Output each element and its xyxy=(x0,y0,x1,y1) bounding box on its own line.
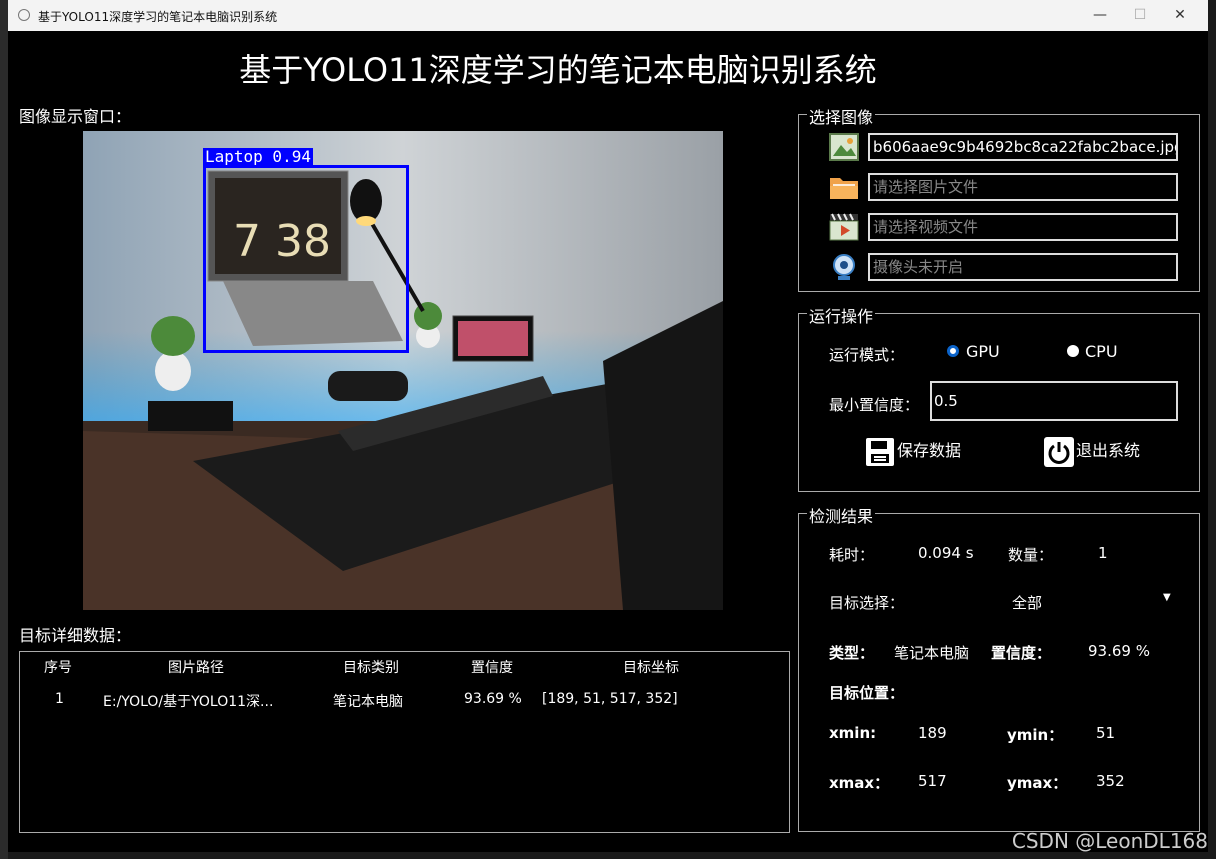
mode-label: 运行模式： xyxy=(829,346,905,364)
cpu-label[interactable]: CPU xyxy=(1085,342,1118,361)
ymax-value: 352 xyxy=(1096,772,1125,790)
xmax-value: 517 xyxy=(918,772,947,790)
target-select-value: 全部 xyxy=(1012,594,1043,612)
min-conf-label: 最小置信度： xyxy=(829,396,920,414)
target-select-dropdown[interactable]: 全部 ▼ xyxy=(999,586,1184,616)
video-icon[interactable] xyxy=(829,213,859,241)
image-panel-label: 图像显示窗口： xyxy=(19,107,132,126)
cell-coords: [189, 51, 517, 352] xyxy=(542,691,678,707)
close-button[interactable]: ✕ xyxy=(1160,4,1200,26)
col-header-index: 序号 xyxy=(44,660,72,676)
xmax-label: xmax： xyxy=(829,774,890,792)
select-image-group: 选择图像 b606aae9c9b4692bc8ca22fabc2bace.jpg… xyxy=(798,104,1200,292)
type-label: 类型： xyxy=(829,644,875,662)
col-header-conf: 置信度 xyxy=(471,660,513,676)
folder-icon[interactable] xyxy=(829,173,859,201)
window-titlebar[interactable]: 基于YOLO11深度学习的笔记本电脑识别系统 — ☐ ✕ xyxy=(8,0,1208,31)
app-title: 基于YOLO11深度学习的笔记本电脑识别系统 xyxy=(239,51,877,89)
watermark: CSDN @LeonDL168 xyxy=(1011,829,1208,853)
type-value: 笔记本电脑 xyxy=(894,644,970,662)
detail-table[interactable]: 序号 图片路径 目标类别 置信度 目标坐标 1 E:/YOLO/基于YOLO11… xyxy=(19,651,790,833)
cell-path: E:/YOLO/基于YOLO11深... xyxy=(103,694,274,710)
count-value: 1 xyxy=(1098,544,1108,562)
results-title: 检测结果 xyxy=(807,503,876,527)
maximize-button[interactable]: ☐ xyxy=(1120,4,1160,26)
camera-field[interactable]: 摄像头未开启 xyxy=(868,253,1178,281)
results-group: 检测结果 耗时： 0.094 s 数量： 1 目标选择： 全部 ▼ 类型： 笔记… xyxy=(798,503,1200,832)
minimize-button[interactable]: — xyxy=(1080,4,1120,26)
count-label: 数量： xyxy=(1008,546,1054,564)
cell-class: 笔记本电脑 xyxy=(333,694,403,710)
save-icon xyxy=(865,437,895,467)
ymin-label: ymin： xyxy=(1007,726,1064,744)
cell-conf: 93.69 % xyxy=(464,691,522,707)
image-icon[interactable] xyxy=(829,133,859,161)
exit-system-label: 退出系统 xyxy=(1076,441,1141,460)
app-icon xyxy=(18,9,30,21)
image-file-field[interactable]: 请选择图片文件 xyxy=(868,173,1178,201)
select-image-title: 选择图像 xyxy=(807,104,876,128)
image-display: 7 38 Laptop 0.94 xyxy=(83,131,723,610)
detection-box xyxy=(203,165,409,353)
gpu-radio[interactable] xyxy=(947,345,959,357)
cpu-radio[interactable] xyxy=(1067,345,1079,357)
video-file-field[interactable]: 请选择视频文件 xyxy=(868,213,1178,241)
image-path-field[interactable]: b606aae9c9b4692bc8ca22fabc2bace.jpg xyxy=(868,133,1178,161)
conf-value: 93.69 % xyxy=(1088,642,1150,660)
exit-system-button[interactable]: 退出系统 xyxy=(1044,434,1140,468)
save-data-label: 保存数据 xyxy=(897,441,962,460)
background-window-edge xyxy=(0,0,8,859)
time-label: 耗时： xyxy=(829,546,875,564)
xmin-value: 189 xyxy=(918,724,947,742)
time-value: 0.094 s xyxy=(918,544,974,562)
run-ops-title: 运行操作 xyxy=(807,303,876,327)
chevron-down-icon: ▼ xyxy=(1163,592,1171,603)
save-data-button[interactable]: 保存数据 xyxy=(865,434,961,468)
min-conf-input[interactable]: 0.5 xyxy=(930,381,1178,421)
ymax-label: ymax： xyxy=(1007,774,1068,792)
detection-label: Laptop 0.94 xyxy=(203,147,313,166)
power-icon xyxy=(1044,436,1074,467)
xmin-label: xmin: xyxy=(829,724,877,742)
table-label: 目标详细数据： xyxy=(19,626,132,645)
gpu-label[interactable]: GPU xyxy=(966,342,1000,361)
col-header-class: 目标类别 xyxy=(343,660,399,676)
position-label: 目标位置： xyxy=(829,684,905,702)
run-ops-group: 运行操作 运行模式： GPU CPU 最小置信度： 0.5 保存数据 退出系统 xyxy=(798,303,1200,492)
window-title: 基于YOLO11深度学习的笔记本电脑识别系统 xyxy=(38,10,278,24)
target-select-label: 目标选择： xyxy=(829,594,905,612)
webcam-icon[interactable] xyxy=(829,253,859,281)
col-header-coords: 目标坐标 xyxy=(623,660,679,676)
cell-index: 1 xyxy=(55,691,64,707)
ymin-value: 51 xyxy=(1096,724,1116,742)
conf-label: 置信度： xyxy=(991,644,1052,662)
app-main: 基于YOLO11深度学习的笔记本电脑识别系统 图像显示窗口： 7 38 Lapt… xyxy=(8,31,1208,852)
col-header-path: 图片路径 xyxy=(168,660,224,676)
